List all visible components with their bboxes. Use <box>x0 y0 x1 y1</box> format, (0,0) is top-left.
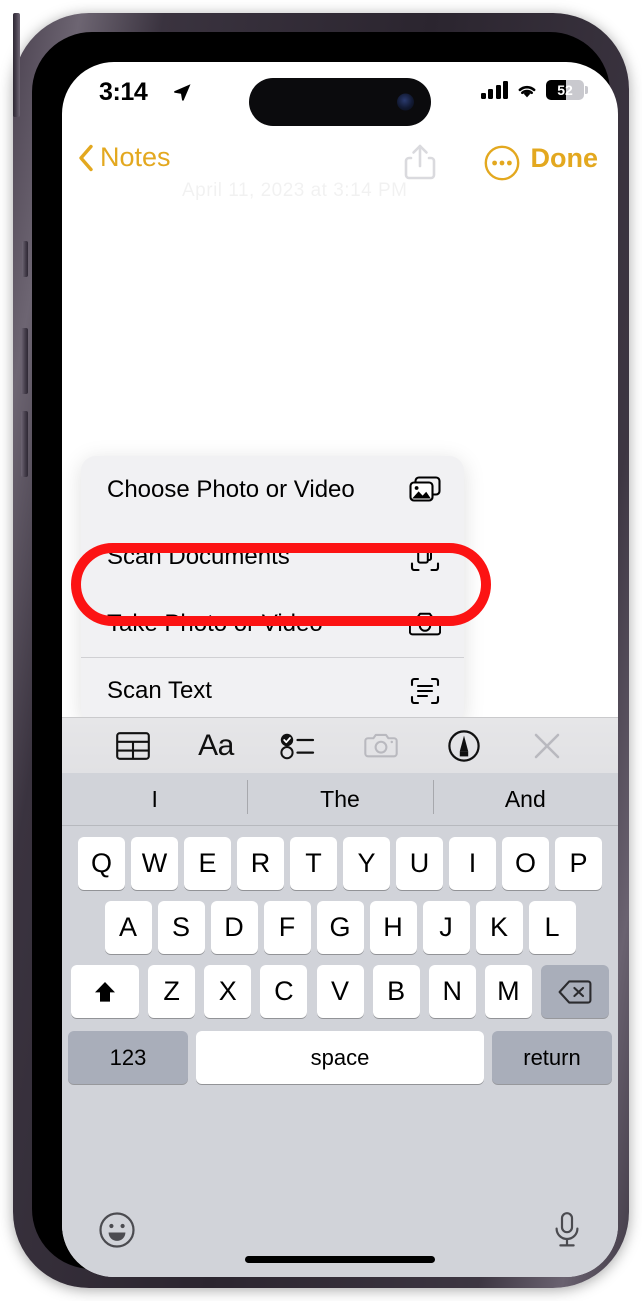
key-e[interactable]: E <box>184 837 231 890</box>
scan-text-icon <box>408 674 442 708</box>
menu-item-label: Scan Documents <box>107 542 290 570</box>
keyboard-bottom-bar <box>62 1201 618 1277</box>
share-icon[interactable] <box>402 142 438 187</box>
menu-item-take-photo-or-video[interactable]: Take Photo or Video <box>81 590 464 657</box>
format-aa-label: Aa <box>198 728 234 762</box>
front-camera-icon <box>397 93 414 111</box>
key-n[interactable]: N <box>428 965 476 1018</box>
key-j[interactable]: J <box>422 901 470 954</box>
key-z[interactable]: Z <box>148 965 196 1018</box>
notes-format-toolbar: Aa <box>62 717 618 773</box>
home-indicator[interactable] <box>245 1256 435 1263</box>
navigation-bar: Notes Done <box>62 140 618 192</box>
backspace-delete-icon[interactable] <box>541 965 609 1018</box>
menu-item-scan-documents[interactable]: Scan Documents <box>81 523 464 590</box>
key-b[interactable]: B <box>372 965 420 1018</box>
keyboard-row-1: Q W E R T Y U I O P <box>62 837 618 890</box>
power-button[interactable] <box>13 13 20 117</box>
keyboard-row-3: Z X C V B N M <box>62 965 618 1018</box>
key-f[interactable]: F <box>263 901 311 954</box>
photo-library-icon <box>408 473 442 507</box>
markup-pen-icon[interactable] <box>437 724 491 768</box>
attachment-context-menu: Choose Photo or Video Scan Documents Tak… <box>81 456 464 724</box>
space-key[interactable]: space <box>196 1031 484 1084</box>
key-t[interactable]: T <box>290 837 337 890</box>
menu-item-scan-text[interactable]: Scan Text <box>81 657 464 724</box>
menu-item-choose-photo-or-video[interactable]: Choose Photo or Video <box>81 456 464 523</box>
key-v[interactable]: V <box>316 965 364 1018</box>
dynamic-island <box>249 78 431 126</box>
key-p[interactable]: P <box>555 837 602 890</box>
keyboard-row-4: 123 space return <box>62 1031 618 1084</box>
key-c[interactable]: C <box>260 965 308 1018</box>
key-o[interactable]: O <box>502 837 549 890</box>
prediction-candidate-3[interactable]: And <box>432 779 618 814</box>
done-button[interactable]: Done <box>531 143 599 174</box>
key-l[interactable]: L <box>528 901 576 954</box>
numbers-key[interactable]: 123 <box>68 1031 188 1084</box>
wifi-icon <box>515 81 539 99</box>
prediction-candidate-1[interactable]: I <box>62 786 247 813</box>
menu-item-label: Scan Text <box>107 677 212 704</box>
phone-screen: 3:14 52 April 11, 2023 at 3:14 PM Notes … <box>62 62 618 1277</box>
return-key[interactable]: return <box>492 1031 612 1084</box>
camera-icon <box>408 607 442 641</box>
format-aa-icon[interactable]: Aa <box>189 724 243 768</box>
prediction-candidate-2[interactable]: The <box>247 779 432 814</box>
volume-up-button[interactable] <box>21 328 28 394</box>
back-to-notes-button[interactable]: Notes <box>78 142 171 173</box>
key-h[interactable]: H <box>369 901 417 954</box>
status-indicators: 52 <box>480 80 588 100</box>
ellipsis-circle-icon[interactable] <box>483 144 521 187</box>
key-i[interactable]: I <box>449 837 496 890</box>
document-scanner-icon <box>408 540 442 574</box>
key-x[interactable]: X <box>204 965 252 1018</box>
key-k[interactable]: K <box>475 901 523 954</box>
location-arrow-icon <box>172 82 192 107</box>
key-a[interactable]: A <box>104 901 152 954</box>
microphone-icon[interactable] <box>552 1211 582 1256</box>
shift-up-arrow-icon[interactable] <box>71 965 139 1018</box>
back-button-label: Notes <box>100 142 171 172</box>
key-d[interactable]: D <box>210 901 258 954</box>
key-w[interactable]: W <box>131 837 178 890</box>
keyboard-row-2: A S D F G H J K L <box>62 901 618 954</box>
phone-bezel: 3:14 52 April 11, 2023 at 3:14 PM Notes … <box>32 32 618 1277</box>
key-s[interactable]: S <box>157 901 205 954</box>
battery-percent-label: 52 <box>557 82 573 98</box>
key-r[interactable]: R <box>237 837 284 890</box>
chevron-left-icon <box>78 144 94 172</box>
key-y[interactable]: Y <box>343 837 390 890</box>
status-time: 3:14 <box>99 78 148 106</box>
key-m[interactable]: M <box>484 965 532 1018</box>
software-keyboard: I The And Q W E R T Y U I O P A S D F G … <box>62 773 618 1277</box>
mute-switch-button[interactable] <box>22 241 28 277</box>
emoji-smiley-icon[interactable] <box>98 1211 136 1254</box>
checklist-icon[interactable] <box>272 724 326 768</box>
key-q[interactable]: Q <box>78 837 125 890</box>
menu-item-label: Take Photo or Video <box>107 609 323 637</box>
phone-frame: 3:14 52 April 11, 2023 at 3:14 PM Notes … <box>13 13 629 1288</box>
volume-down-button[interactable] <box>21 411 28 477</box>
camera-icon[interactable] <box>354 724 408 768</box>
predictive-text-bar: I The And <box>62 773 618 826</box>
close-x-icon[interactable] <box>520 724 574 768</box>
cellular-signal-icon <box>480 81 508 99</box>
table-icon[interactable] <box>106 724 160 768</box>
key-g[interactable]: G <box>316 901 364 954</box>
battery-icon: 52 <box>546 80 588 100</box>
menu-item-label: Choose Photo or Video <box>107 475 355 503</box>
key-u[interactable]: U <box>396 837 443 890</box>
